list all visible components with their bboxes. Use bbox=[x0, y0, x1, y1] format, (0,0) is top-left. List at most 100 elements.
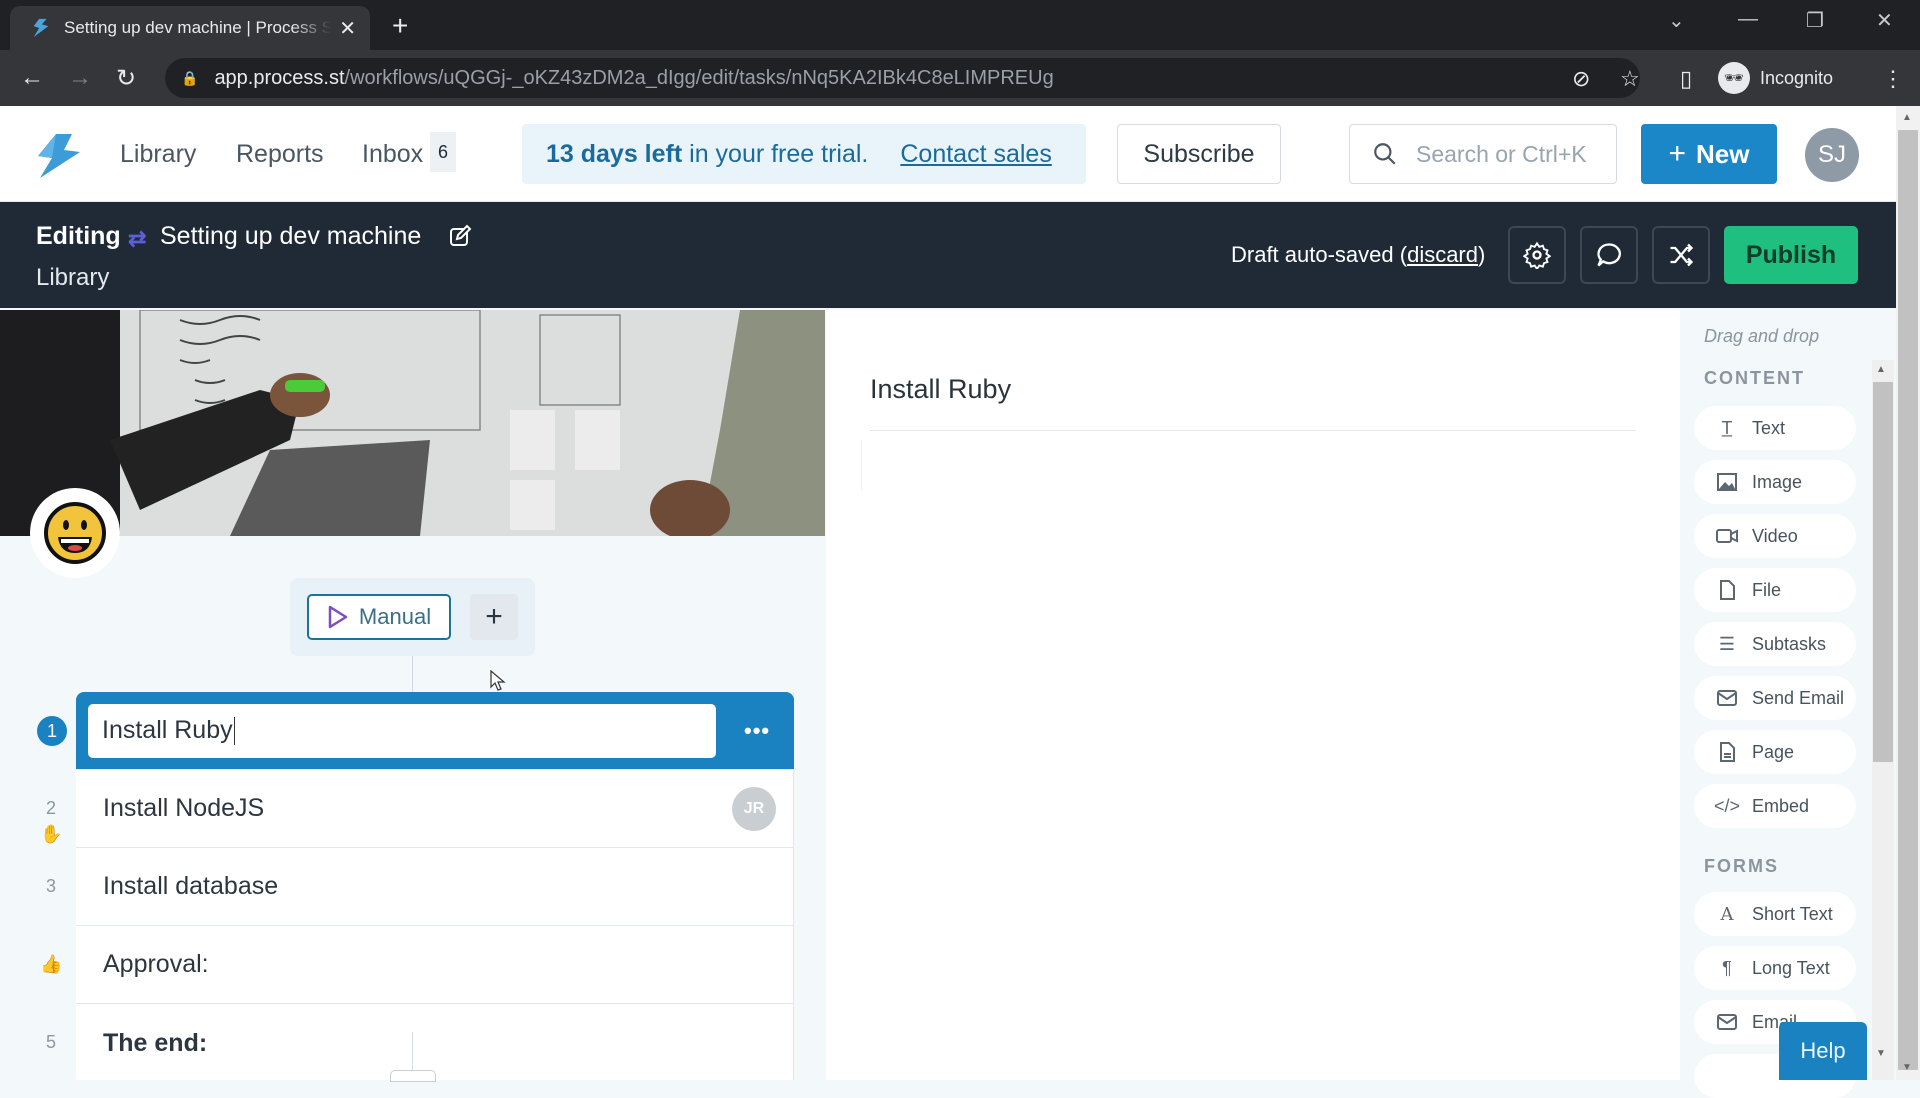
nav-library[interactable]: Library bbox=[120, 140, 196, 169]
task-label: Approval: bbox=[103, 950, 209, 978]
task-row-approval[interactable]: Approval: bbox=[76, 926, 794, 1004]
page-scroll-down-icon[interactable]: ▼ bbox=[1902, 1062, 1912, 1073]
cover-image[interactable] bbox=[0, 310, 825, 536]
new-tab-icon[interactable]: + bbox=[392, 10, 408, 42]
restore-icon[interactable]: ❐ bbox=[1806, 8, 1824, 33]
discard-link[interactable]: discard bbox=[1407, 242, 1478, 267]
widget-page[interactable]: Page bbox=[1694, 730, 1856, 774]
side-panel-icon[interactable]: ▯ bbox=[1680, 66, 1692, 92]
connector-line bbox=[412, 656, 413, 692]
bookmark-star-icon[interactable]: ☆ bbox=[1620, 66, 1640, 92]
browser-menu-icon[interactable]: ⋮ bbox=[1882, 66, 1904, 92]
browser-toolbar: ← → ↻ 🔒 app.process.st/workflows/uQGGj-_… bbox=[0, 50, 1920, 106]
editing-mode-label: Editing bbox=[36, 222, 121, 250]
widget-embed[interactable]: </> Embed bbox=[1694, 784, 1856, 828]
process-street-logo[interactable] bbox=[34, 134, 84, 178]
widget-sidebar: Drag and drop CONTENT T̲ Text Image Video… bbox=[1680, 310, 1873, 1098]
widget-subtasks[interactable]: ☰ Subtasks bbox=[1694, 622, 1856, 666]
widget-label: Short Text bbox=[1752, 903, 1833, 924]
address-bar[interactable]: 🔒 app.process.st/workflows/uQGGj-_oKZ43z… bbox=[165, 58, 1640, 98]
paragraph-icon: ¶ bbox=[1722, 957, 1732, 978]
browser-tab[interactable]: Setting up dev machine | Process Street … bbox=[10, 6, 370, 50]
task-more-options-icon[interactable]: ••• bbox=[744, 718, 770, 744]
process-street-favicon bbox=[33, 18, 49, 38]
eye-off-icon[interactable]: ⊘ bbox=[1572, 66, 1590, 92]
scroll-up-arrow-icon[interactable]: ▲ bbox=[1876, 364, 1886, 375]
page-scrollbar-thumb[interactable] bbox=[1898, 130, 1918, 1070]
task-list: Install Ruby ••• Install NodeJS JR Insta… bbox=[76, 692, 794, 1080]
widget-file[interactable]: File bbox=[1694, 568, 1856, 612]
add-trigger-button[interactable]: + bbox=[470, 594, 518, 640]
comment-icon bbox=[1597, 243, 1621, 267]
task-number-active: 1 bbox=[37, 716, 67, 746]
editing-bar: Editing ⇄ Setting up dev machine Library… bbox=[0, 202, 1896, 308]
new-button[interactable]: + New bbox=[1641, 124, 1777, 184]
breadcrumb-library[interactable]: Library bbox=[36, 264, 109, 292]
widget-image[interactable]: Image bbox=[1694, 460, 1856, 504]
approval-thumbs-up-icon: 👍 bbox=[40, 954, 63, 974]
manual-label: Manual bbox=[358, 604, 432, 629]
help-button[interactable]: Help bbox=[1779, 1022, 1867, 1080]
task-number: 5 bbox=[45, 1032, 56, 1052]
widget-long-text[interactable]: ¶ Long Text bbox=[1694, 946, 1856, 990]
widget-label: Embed bbox=[1752, 795, 1810, 816]
close-window-icon[interactable]: ✕ bbox=[1876, 8, 1893, 33]
reload-icon[interactable]: ↻ bbox=[116, 64, 136, 93]
new-button-label: New bbox=[1696, 138, 1750, 169]
add-task-handle[interactable] bbox=[390, 1070, 436, 1082]
subscribe-button[interactable]: Subscribe bbox=[1117, 124, 1281, 184]
widget-text[interactable]: T̲ Text bbox=[1694, 406, 1856, 450]
connector-line bbox=[412, 1032, 413, 1072]
workflow-icon: ⇄ bbox=[128, 226, 147, 251]
search-placeholder: Search or Ctrl+K bbox=[1416, 140, 1587, 167]
page-scroll-up-icon[interactable]: ▲ bbox=[1902, 112, 1912, 123]
sidebar-scrollbar-thumb[interactable] bbox=[1873, 382, 1893, 762]
task-row-end[interactable]: The end: bbox=[76, 1004, 794, 1082]
incognito-label: Incognito bbox=[1760, 67, 1834, 88]
workflow-emoji-avatar[interactable] bbox=[30, 488, 120, 578]
widget-label: Long Text bbox=[1752, 957, 1830, 978]
shuffle-button[interactable] bbox=[1652, 226, 1710, 284]
user-avatar[interactable]: SJ bbox=[1805, 128, 1859, 182]
drag-hand-icon[interactable]: ✋ bbox=[40, 824, 62, 845]
comments-button[interactable] bbox=[1580, 226, 1638, 284]
task-row[interactable]: Install NodeJS JR bbox=[76, 770, 794, 848]
widget-short-text[interactable]: A Short Text bbox=[1694, 892, 1856, 936]
draft-status: Draft auto-saved (discard) bbox=[1231, 242, 1485, 268]
image-icon bbox=[1716, 472, 1738, 492]
minimize-icon[interactable]: — bbox=[1738, 8, 1758, 31]
forward-icon[interactable]: → bbox=[68, 64, 92, 92]
incognito-profile[interactable]: 🕶 Incognito bbox=[1718, 56, 1833, 100]
publish-button[interactable]: Publish bbox=[1724, 226, 1858, 284]
manual-trigger-button[interactable]: Manual bbox=[307, 594, 451, 640]
task-content-editor: Install Ruby bbox=[826, 310, 1680, 1080]
back-icon[interactable]: ← bbox=[20, 64, 44, 92]
scroll-down-arrow-icon[interactable]: ▼ bbox=[1876, 1048, 1886, 1059]
task-row[interactable]: Install database bbox=[76, 848, 794, 926]
lock-icon: 🔒 bbox=[181, 69, 199, 86]
close-tab-icon[interactable]: ✕ bbox=[339, 16, 356, 41]
widget-video[interactable]: Video bbox=[1694, 514, 1856, 558]
nav-reports[interactable]: Reports bbox=[236, 140, 324, 169]
envelope-icon bbox=[1716, 1012, 1738, 1032]
content-section-heading: CONTENT bbox=[1704, 368, 1805, 388]
gear-icon bbox=[1523, 241, 1551, 269]
file-icon bbox=[1716, 580, 1738, 600]
workflow-name[interactable]: Setting up dev machine bbox=[160, 222, 421, 251]
task-title-heading[interactable]: Install Ruby bbox=[870, 374, 1011, 405]
task-row-active[interactable]: Install Ruby ••• bbox=[76, 692, 794, 770]
task-name-input[interactable]: Install Ruby bbox=[88, 703, 716, 758]
widget-label: Image bbox=[1752, 471, 1803, 492]
short-text-icon: A bbox=[1720, 903, 1734, 925]
contact-sales-link[interactable]: Contact sales bbox=[900, 140, 1051, 169]
whiteboard-photo bbox=[0, 310, 825, 536]
settings-button[interactable] bbox=[1508, 226, 1566, 284]
code-icon: </> bbox=[1713, 795, 1741, 816]
edit-name-icon[interactable] bbox=[448, 224, 472, 248]
assignee-avatar[interactable]: JR bbox=[732, 786, 776, 831]
tab-search-chevron-icon[interactable]: ⌄ bbox=[1668, 8, 1685, 33]
widget-label: Send Email bbox=[1752, 687, 1845, 708]
nav-inbox[interactable]: Inbox bbox=[362, 140, 423, 169]
widget-send-email[interactable]: Send Email bbox=[1694, 676, 1856, 720]
search-input[interactable]: Search or Ctrl+K bbox=[1349, 124, 1617, 184]
